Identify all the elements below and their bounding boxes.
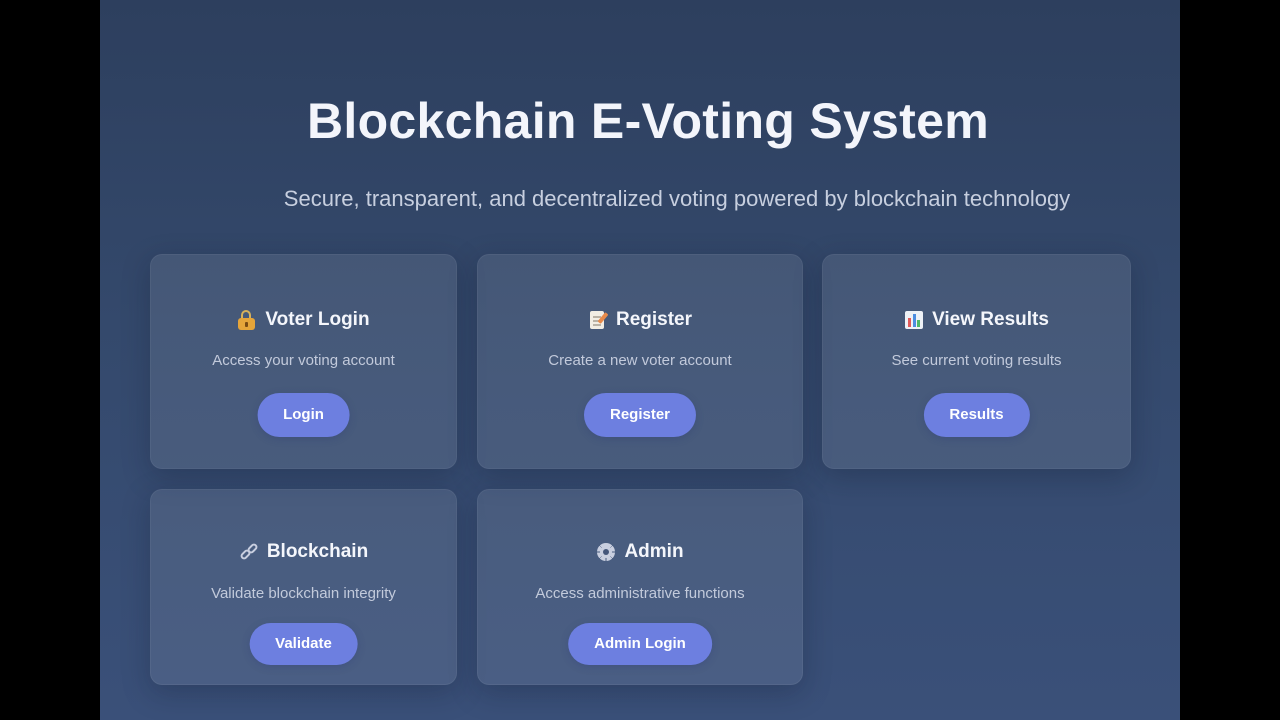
card-description: Access your voting account [212,352,395,369]
card-description: See current voting results [891,352,1062,369]
admin-login-button[interactable]: Admin Login [568,623,712,665]
results-button[interactable]: Results [923,393,1030,437]
bar-chart-icon [904,310,924,330]
login-button[interactable]: Login [257,393,350,437]
card-admin: Admin Access administrative functions Ad… [477,489,803,685]
card-title-row: Register [478,309,802,331]
page-title: Blockchain E-Voting System [306,93,990,149]
register-button[interactable]: Register [583,393,697,437]
card-title-row: View Results [823,309,1130,331]
card-description: Access administrative functions [535,585,745,602]
card-title-row: Blockchain [151,541,456,563]
memo-icon [588,310,609,330]
validate-button[interactable]: Validate [249,623,358,665]
card-description: Validate blockchain integrity [211,585,396,602]
card-description: Create a new voter account [548,352,732,369]
app-page: Blockchain E-Voting System Secure, trans… [100,0,1180,720]
card-voter-login: Voter Login Access your voting account L… [150,254,457,469]
card-title: Register [615,309,693,330]
card-register: Register Create a new voter account Regi… [477,254,803,469]
gear-icon [596,542,616,562]
card-title: View Results [932,309,1049,330]
card-title: Voter Login [265,309,370,330]
lock-icon [237,310,257,330]
card-title-row: Voter Login [151,309,456,331]
card-title-row: Admin [478,541,802,563]
card-blockchain: Blockchain Validate blockchain integrity… [150,489,457,685]
card-title: Admin [624,541,684,562]
page-subtitle: Secure, transparent, and decentralized v… [283,186,1071,211]
link-icon [238,542,259,562]
card-view-results: View Results See current voting results … [822,254,1131,469]
card-title: Blockchain [266,541,369,562]
